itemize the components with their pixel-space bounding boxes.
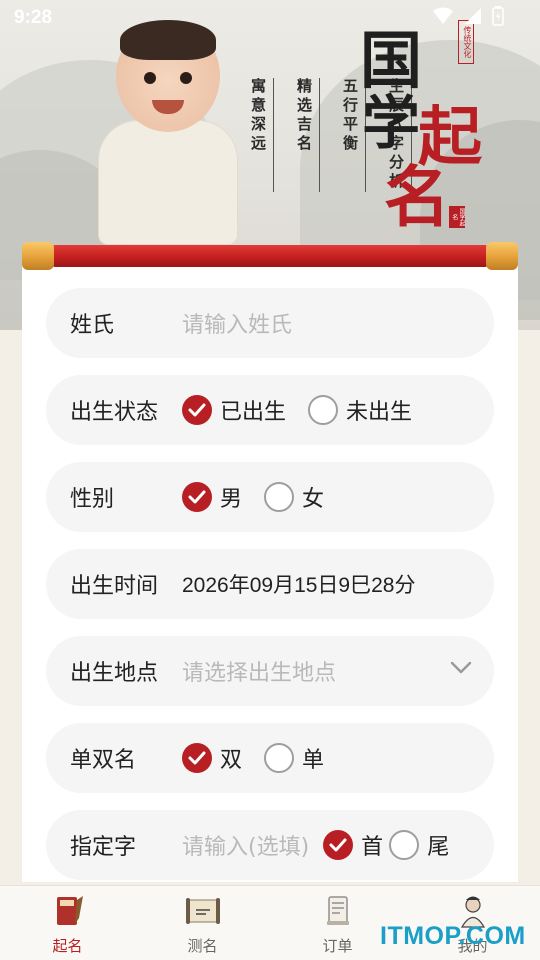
birth-place-select[interactable]: 请选择出生地点 [182, 655, 336, 687]
tagline-1: 寓意深远 [248, 78, 274, 192]
title-char-4: 名 [384, 158, 450, 236]
radio-empty-icon [264, 482, 295, 512]
status-time: 9:28 [14, 7, 53, 28]
check-icon [182, 482, 212, 512]
birth-time-label: 出生时间 [70, 574, 159, 599]
book-icon [49, 894, 87, 928]
surname-label: 姓氏 [70, 313, 115, 338]
signal-icon [464, 7, 482, 29]
unborn-option-label: 未出生 [346, 400, 413, 425]
title-char-1: 国 [360, 24, 423, 97]
male-option[interactable]: 男 [182, 481, 242, 513]
title-char-2: 学 [362, 89, 421, 157]
first-char-label: 首 [361, 835, 384, 860]
born-option[interactable]: 已出生 [182, 394, 286, 426]
check-icon [323, 830, 354, 860]
birth-place-row[interactable]: 出生地点 请选择出生地点 [46, 636, 494, 706]
check-icon [182, 743, 212, 773]
surname-input[interactable]: 请输入姓氏 [182, 307, 292, 339]
name-form: 姓氏 请输入姓氏 出生状态 已出生 未出生 性别 男 女 出生时间 2026年0… [22, 262, 518, 882]
nav-label-test-name: 测名 [187, 937, 218, 955]
radio-empty-icon [389, 830, 420, 860]
check-icon [182, 395, 212, 425]
single-name-label: 单 [302, 748, 325, 773]
birth-status-label: 出生状态 [70, 400, 159, 425]
tagline-2: 精选吉名 [294, 78, 320, 192]
double-name-label: 双 [220, 748, 243, 773]
radio-empty-icon [308, 395, 339, 425]
surname-row[interactable]: 姓氏 请输入姓氏 [46, 288, 494, 358]
last-char-option[interactable]: 尾 [389, 829, 449, 861]
chevron-down-icon[interactable] [450, 660, 472, 679]
nav-label-naming: 起名 [52, 937, 83, 955]
single-name-option[interactable]: 单 [264, 742, 324, 774]
gender-row: 性别 男 女 [46, 462, 494, 532]
specified-char-input[interactable]: 请输入(选填) [182, 829, 309, 861]
birth-time-value[interactable]: 2026年09月15日9巳28分 [182, 569, 415, 599]
status-bar: 9:28 [0, 0, 540, 36]
female-option[interactable]: 女 [264, 481, 324, 513]
name-length-label: 单双名 [70, 748, 137, 773]
gender-label: 性别 [70, 487, 115, 512]
baby-illustration [88, 20, 248, 245]
battery-icon [492, 6, 504, 30]
specified-char-row: 指定字 请输入(选填) 首 尾 [46, 810, 494, 880]
double-name-option[interactable]: 双 [182, 742, 242, 774]
scroll-rod-decoration [22, 242, 518, 270]
wifi-icon [432, 7, 454, 29]
watermark: ITMOP.COM [380, 922, 526, 950]
red-seal: 国学起名 [449, 206, 465, 228]
specified-char-label: 指定字 [70, 835, 137, 860]
birth-place-label: 出生地点 [70, 661, 159, 686]
female-option-label: 女 [302, 487, 325, 512]
radio-empty-icon [264, 743, 295, 773]
first-char-option[interactable]: 首 [323, 829, 383, 861]
last-char-label: 尾 [427, 835, 450, 860]
unborn-option[interactable]: 未出生 [308, 394, 412, 426]
birth-time-row[interactable]: 出生时间 2026年09月15日9巳28分 [46, 549, 494, 619]
nav-item-naming[interactable]: 起名 [0, 886, 135, 960]
born-option-label: 已出生 [220, 400, 287, 425]
name-length-row: 单双名 双 单 [46, 723, 494, 793]
document-icon [319, 894, 357, 928]
male-option-label: 男 [220, 487, 243, 512]
scroll-icon [184, 894, 222, 928]
nav-item-test-name[interactable]: 测名 [135, 886, 270, 960]
birth-status-row: 出生状态 已出生 未出生 [46, 375, 494, 445]
